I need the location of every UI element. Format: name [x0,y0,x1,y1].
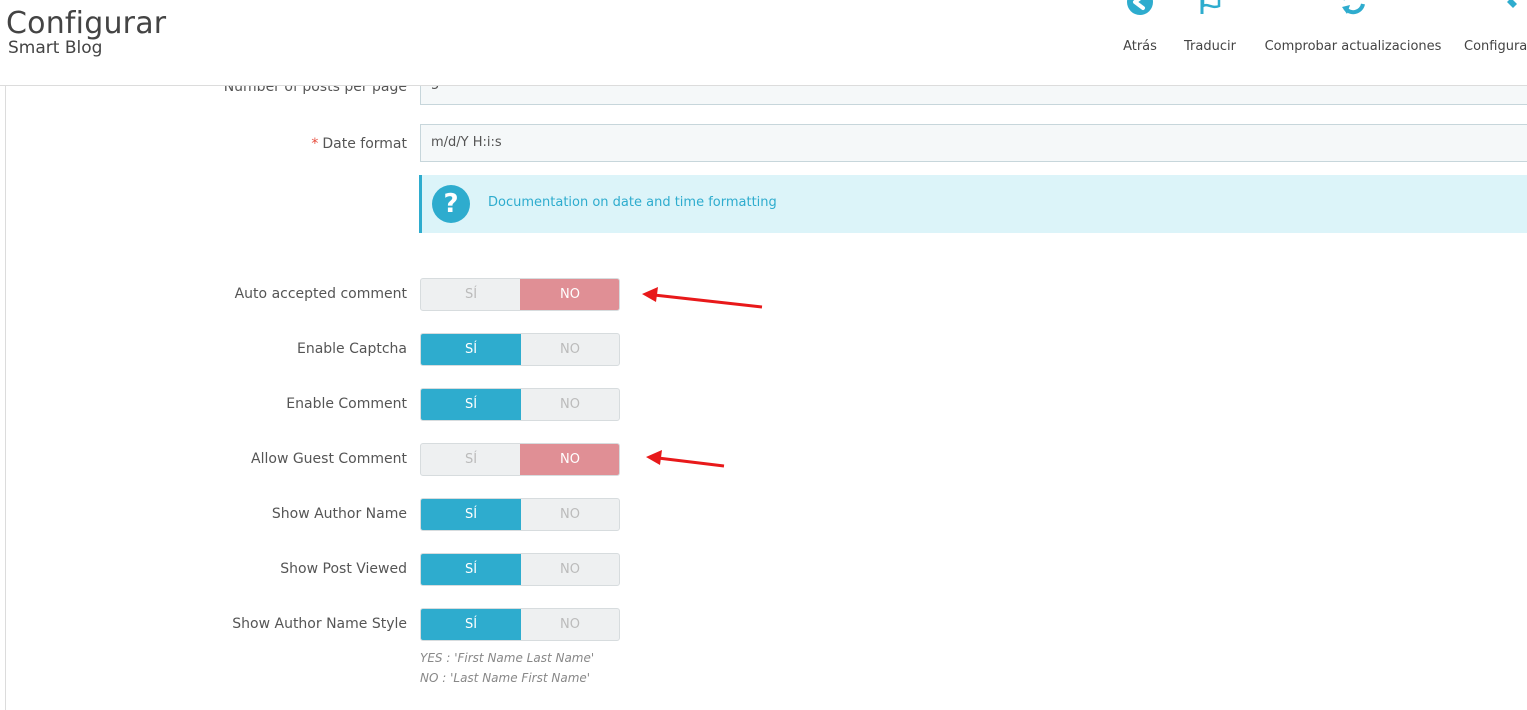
show-author-name-style-no[interactable]: NO [520,609,619,640]
enable-comment-switch: SÍ NO [420,388,620,421]
translate-button[interactable]: Traducir [1180,0,1240,70]
show-author-name-label: Show Author Name [271,506,407,522]
configure-button[interactable]: Configurar [1464,0,1527,70]
date-format-input[interactable]: m/d/Y H:i:s [420,124,1527,162]
show-author-name-yes[interactable]: SÍ [421,499,521,530]
translate-button-label: Traducir [1184,39,1236,54]
configure-button-label: Configurar [1464,39,1527,54]
show-author-name-style-yes[interactable]: SÍ [421,609,521,640]
enable-captcha-no[interactable]: NO [520,334,619,365]
check-updates-button[interactable]: Comprobar actualizaciones [1258,0,1448,70]
page-header: Configurar Smart Blog Atrás Traducir Com… [0,0,1527,86]
enable-comment-label: Enable Comment [286,396,407,412]
auto-accepted-comment-label: Auto accepted comment [234,286,407,302]
show-post-viewed-switch: SÍ NO [420,553,620,586]
allow-guest-comment-switch: SÍ NO [420,443,620,476]
required-mark: * [311,136,319,152]
back-button-label: Atrás [1123,39,1157,54]
author-style-hint-no: NO : 'Last Name First Name' [420,671,591,685]
question-icon: ? [432,185,470,223]
enable-captcha-yes[interactable]: SÍ [421,334,521,365]
allow-guest-comment-label: Allow Guest Comment [251,451,407,467]
date-format-label: * Date format [311,136,407,152]
date-format-label-text: Date format [322,136,407,152]
enable-captcha-switch: SÍ NO [420,333,620,366]
toolbar: Atrás Traducir Comprobar actualizaciones [0,0,1527,85]
back-button[interactable]: Atrás [1118,0,1162,70]
allow-guest-comment-no[interactable]: NO [520,444,619,475]
date-format-help: ? Documentation on date and time formatt… [419,175,1527,233]
content-left-border [5,86,6,710]
wrench-icon [1507,0,1517,8]
auto-accepted-comment-no[interactable]: NO [520,279,619,310]
show-post-viewed-yes[interactable]: SÍ [421,554,521,585]
show-author-name-style-switch: SÍ NO [420,608,620,641]
show-post-viewed-label: Show Post Viewed [280,561,407,577]
date-format-doc-link[interactable]: Documentation on date and time formattin… [488,195,777,210]
auto-accepted-comment-switch: SÍ NO [420,278,620,311]
enable-comment-yes[interactable]: SÍ [421,389,521,420]
check-updates-button-label: Comprobar actualizaciones [1264,39,1442,54]
flag-icon [1200,0,1221,14]
author-style-hint-yes: YES : 'First Name Last Name' [420,651,595,665]
show-author-name-switch: SÍ NO [420,498,620,531]
show-post-viewed-no[interactable]: NO [520,554,619,585]
annotation-arrow-icon [646,450,725,468]
enable-captcha-label: Enable Captcha [296,341,407,357]
back-arrow-icon [1127,0,1153,15]
auto-accepted-comment-yes[interactable]: SÍ [421,279,521,310]
show-author-name-no[interactable]: NO [520,499,619,530]
show-author-name-style-label: Show Author Name Style [232,616,407,632]
enable-comment-no[interactable]: NO [520,389,619,420]
annotation-arrow-icon [642,287,763,309]
allow-guest-comment-yes[interactable]: SÍ [421,444,521,475]
refresh-icon [1342,0,1365,15]
